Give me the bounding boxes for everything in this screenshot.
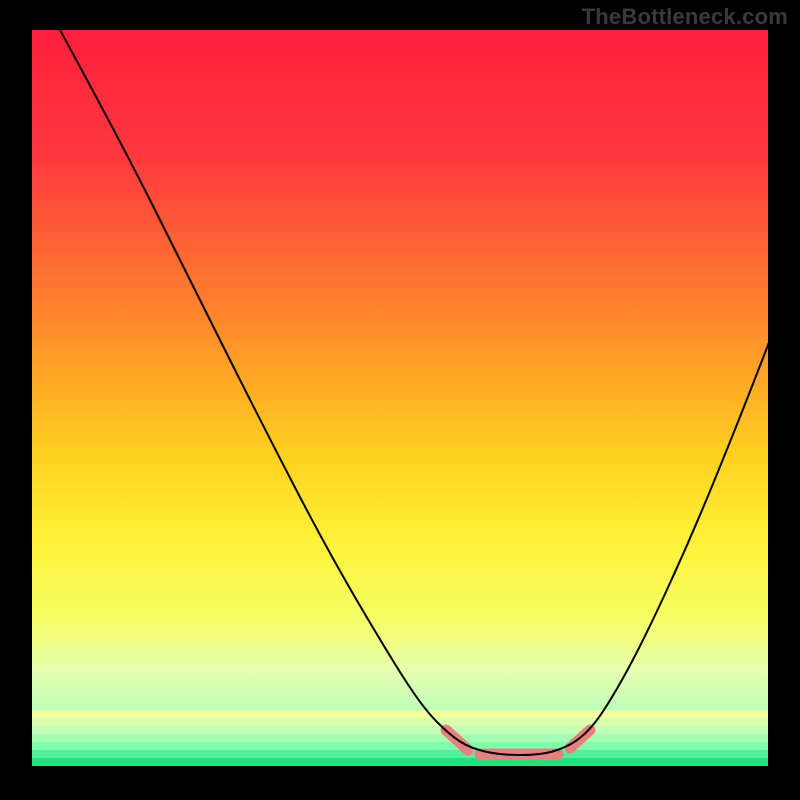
chart-frame: { "watermark": "TheBottleneck.com", "cha… [0,0,800,800]
watermark-text: TheBottleneck.com [582,4,788,30]
bottleneck-chart [0,0,800,800]
gradient-background [32,30,768,766]
bottom-color-bands [32,710,768,766]
